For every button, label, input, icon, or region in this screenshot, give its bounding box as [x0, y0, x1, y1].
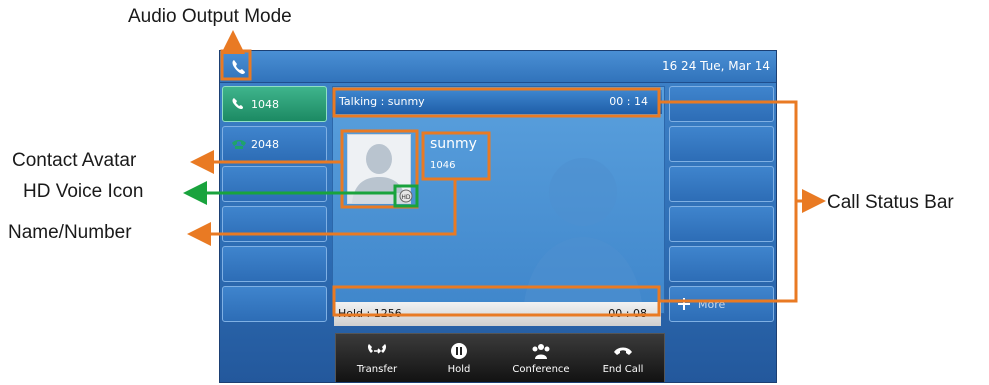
annotation-overlay: HD [183, 30, 826, 317]
svg-text:HD: HD [401, 194, 411, 201]
audio-mode-highlight [220, 49, 252, 81]
status-bar-bracket [659, 100, 798, 303]
hold-bar-highlight [332, 285, 661, 317]
name-number-highlight [421, 131, 491, 181]
hd-voice-icon: HD [399, 189, 413, 203]
talk-bar-highlight [332, 87, 661, 118]
